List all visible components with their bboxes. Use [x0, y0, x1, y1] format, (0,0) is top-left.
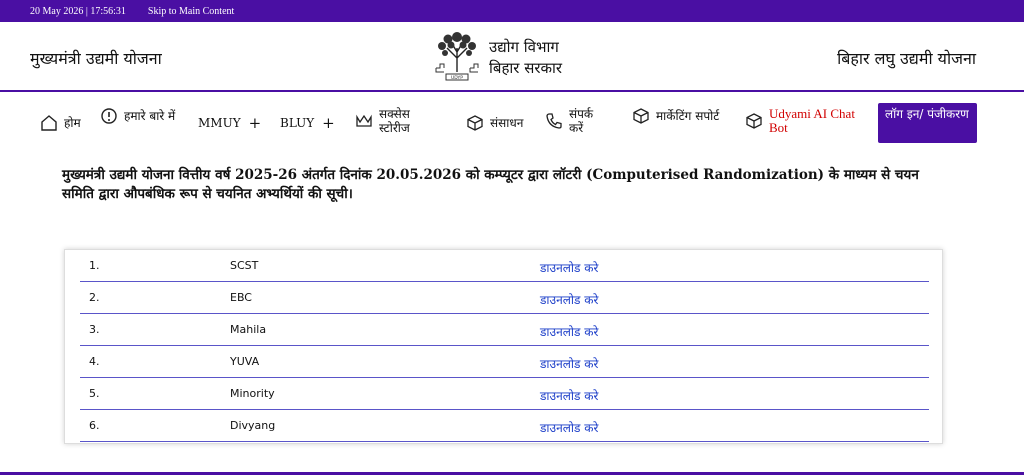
nav-contact[interactable]: संपर्क करें	[545, 107, 609, 135]
notice-text: अंतर्गत दिनांक	[297, 167, 377, 183]
list-row: 3. Mahila डाउनलोड करे	[80, 314, 929, 346]
department-name: उद्योग विभाग बिहार सरकार	[489, 37, 562, 79]
row-category: SCST	[230, 259, 259, 272]
scheme-title-right[interactable]: बिहार लघु उद्यमी योजना	[837, 47, 976, 69]
phone-icon	[546, 113, 562, 129]
nav-contact-label: संपर्क करें	[569, 107, 594, 135]
skip-to-main-link[interactable]: Skip to Main Content	[148, 6, 234, 17]
list-row: 5. Minority डाउनलोड करे	[80, 378, 929, 410]
download-link[interactable]: डाउनलोड करे	[540, 291, 598, 308]
row-category: Mahila	[230, 323, 267, 336]
selection-list-card: 1. SCST डाउनलोड करे 2. EBC डाउनलोड करे 3…	[64, 249, 943, 444]
row-category: EBC	[230, 291, 252, 304]
row-number: 5.	[89, 387, 100, 400]
plus-icon: +	[322, 114, 335, 132]
download-link[interactable]: डाउनलोड करे	[540, 419, 598, 436]
download-link[interactable]: डाउनलोड करे	[540, 355, 598, 372]
plus-icon: +	[248, 114, 262, 132]
nav-resources-label: संसाधन	[490, 116, 524, 130]
main-nav: होम हमारे बारे में MMUY + BLUY + सक्सेस …	[0, 94, 1024, 150]
row-number: 6.	[89, 419, 100, 432]
datetime: 20 May 2026 | 17:56:31	[30, 5, 126, 17]
scheme-title-left[interactable]: मुख्यमंत्री उद्यमी योजना	[30, 47, 162, 69]
nav-bluy-label: BLUY	[280, 116, 315, 130]
download-link[interactable]: डाउनलोड करे	[540, 387, 598, 404]
top-bar: 20 May 2026 | 17:56:31 Skip to Main Cont…	[0, 0, 1024, 22]
nav-marketing-support-label: मार्केटिंग सपोर्ट	[656, 109, 720, 123]
row-number: 2.	[89, 291, 100, 304]
nav-udyami-chatbot[interactable]: Udyami AI Chat Bot	[745, 107, 863, 135]
nav-bluy[interactable]: BLUY +	[280, 114, 335, 132]
nav-mmuy-label: MMUY	[198, 116, 241, 130]
row-category: Minority	[230, 387, 275, 400]
notice-date: 20.05.2026	[376, 167, 462, 183]
notice-text: को कम्प्यूटर द्वारा लॉटरी	[461, 167, 587, 183]
download-link[interactable]: डाउनलोड करे	[540, 259, 598, 276]
nav-marketing-support[interactable]: मार्केटिंग सपोर्ट	[632, 107, 720, 125]
row-number: 1.	[89, 259, 100, 272]
notice-year: 2025-26	[235, 167, 298, 183]
notice-method: (Computerised Randomization)	[586, 167, 825, 183]
list-row: 4. YUVA डाउनलोड करे	[80, 346, 929, 378]
download-link[interactable]: डाउनलोड करे	[540, 323, 598, 340]
nav-home-label: होम	[64, 116, 81, 130]
nav-about[interactable]: हमारे बारे में	[100, 107, 180, 125]
row-number: 4.	[89, 355, 100, 368]
nav-about-label: हमारे बारे में	[124, 109, 176, 123]
notice-text: मुख्यमंत्री उद्यमी योजना वित्तीय वर्ष	[62, 167, 236, 183]
list-row: 1. SCST डाउनलोड करे	[80, 250, 929, 282]
nav-success-stories[interactable]: सक्सेस स्टोरीज	[355, 107, 429, 135]
bodhi-tree-logo-icon[interactable]: UDYP	[432, 28, 482, 84]
logo-text: UDYP	[451, 75, 463, 81]
site-header: मुख्यमंत्री उद्यमी योजना UDYP उद्योग विभ…	[0, 22, 1024, 92]
department-line-2: बिहार सरकार	[489, 59, 563, 77]
cube-icon	[633, 108, 649, 124]
cube-icon	[467, 115, 483, 131]
login-register-button[interactable]: लॉग इन/ पंजीकरण	[878, 103, 977, 143]
list-row: 2. EBC डाउनलोड करे	[80, 282, 929, 314]
department-line-1: उद्योग विभाग	[489, 38, 559, 56]
home-icon	[41, 115, 57, 131]
nav-home[interactable]: होम	[40, 114, 81, 132]
lottery-notice: मुख्यमंत्री उद्यमी योजना वित्तीय वर्ष 20…	[62, 166, 942, 204]
row-number: 3.	[89, 323, 100, 336]
info-icon	[101, 108, 117, 124]
crown-icon	[356, 114, 372, 127]
row-category: YUVA	[230, 355, 260, 368]
nav-udyami-chatbot-label: Udyami AI Chat Bot	[769, 106, 855, 135]
nav-mmuy[interactable]: MMUY +	[198, 114, 261, 132]
list-row: 6. Divyang डाउनलोड करे	[80, 410, 929, 442]
nav-resources[interactable]: संसाधन	[466, 114, 523, 132]
cube-icon	[746, 113, 762, 129]
nav-success-stories-label: सक्सेस स्टोरीज	[379, 107, 410, 135]
row-category: Divyang	[230, 419, 276, 432]
